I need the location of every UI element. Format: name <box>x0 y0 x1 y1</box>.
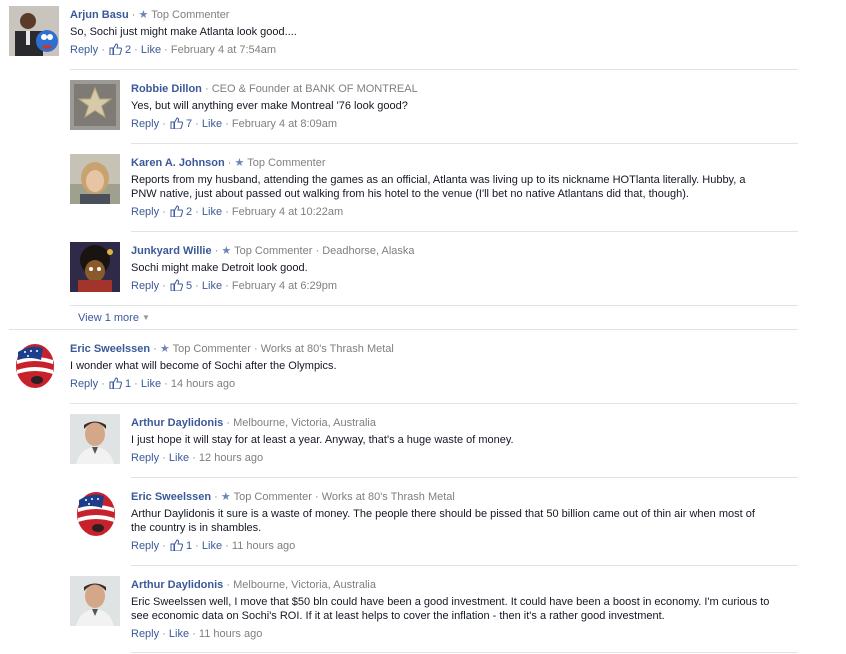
comment-author[interactable]: Robbie Dillon <box>131 83 202 95</box>
comment-text: Yes, but will anything ever make Montrea… <box>131 100 408 112</box>
avatar[interactable] <box>70 80 120 130</box>
author-detail: Deadhorse, Alaska <box>322 245 415 257</box>
comment-author[interactable]: Eric Sweelssen <box>70 343 150 355</box>
separator <box>9 329 798 330</box>
reply-link[interactable]: Reply <box>131 280 159 292</box>
view-more-replies[interactable]: View 1 more ▼ <box>78 312 150 324</box>
like-count[interactable]: 2 <box>125 44 131 56</box>
like-link[interactable]: Like <box>141 44 161 56</box>
top-commenter-badge: Top Commenter <box>151 9 230 21</box>
thumbs-up-icon[interactable] <box>170 279 184 295</box>
star-icon: ★ <box>234 157 245 169</box>
separator <box>131 143 798 144</box>
reply-link[interactable]: Reply <box>131 540 159 552</box>
comment-author[interactable]: Arthur Daylidonis <box>131 417 223 429</box>
thumbs-up-icon[interactable] <box>109 377 123 393</box>
comment-timestamp[interactable]: February 4 at 6:29pm <box>232 280 337 292</box>
star-icon: ★ <box>221 245 232 257</box>
reply-link[interactable]: Reply <box>70 378 98 390</box>
comment-text: Eric Sweelssen well, I move that $50 bln… <box>131 596 770 622</box>
top-commenter-badge: Top Commenter <box>247 157 326 169</box>
separator <box>70 69 798 70</box>
avatar[interactable] <box>70 154 120 204</box>
thumbs-up-icon[interactable] <box>170 539 184 555</box>
comment-text: Arthur Daylidonis it sure is a waste of … <box>131 508 755 534</box>
like-link[interactable]: Like <box>169 628 189 640</box>
comment-author[interactable]: Arthur Daylidonis <box>131 579 223 591</box>
comment-author[interactable]: Karen A. Johnson <box>131 157 225 169</box>
like-count[interactable]: 1 <box>186 540 192 552</box>
like-link[interactable]: Like <box>202 118 222 130</box>
caret-down-icon: ▼ <box>142 313 150 322</box>
thumbs-up-icon[interactable] <box>170 117 184 133</box>
like-link[interactable]: Like <box>202 206 222 218</box>
like-link[interactable]: Like <box>141 378 161 390</box>
comment-text: Reports from my husband, attending the g… <box>131 174 746 200</box>
like-count[interactable]: 5 <box>186 280 192 292</box>
comment-timestamp[interactable]: February 4 at 7:54am <box>171 44 276 56</box>
reply-link[interactable]: Reply <box>131 118 159 130</box>
like-link[interactable]: Like <box>202 280 222 292</box>
author-detail: Works at 80's Thrash Metal <box>321 491 455 503</box>
avatar[interactable] <box>9 340 59 390</box>
top-commenter-badge: Top Commenter <box>234 245 313 257</box>
thumbs-up-icon[interactable] <box>109 43 123 59</box>
comment-timestamp[interactable]: 11 hours ago <box>232 540 295 552</box>
author-detail: CEO & Founder at BANK OF MONTREAL <box>211 83 418 95</box>
avatar[interactable] <box>70 576 120 626</box>
comment-timestamp[interactable]: 12 hours ago <box>199 452 263 464</box>
separator <box>131 477 798 478</box>
comment-author[interactable]: Arjun Basu <box>70 9 129 21</box>
avatar[interactable] <box>70 414 120 464</box>
comment-timestamp[interactable]: February 4 at 8:09am <box>232 118 337 130</box>
top-commenter-badge: Top Commenter <box>233 491 312 503</box>
comment-timestamp[interactable]: 11 hours ago <box>199 628 262 640</box>
comment-text: So, Sochi just might make Atlanta look g… <box>70 26 297 38</box>
comment-timestamp[interactable]: 14 hours ago <box>171 378 235 390</box>
comment-text: Sochi might make Detroit look good. <box>131 262 308 274</box>
comment-text: I just hope it will stay for at least a … <box>131 434 514 446</box>
comment-timestamp[interactable]: February 4 at 10:22am <box>232 206 343 218</box>
like-link[interactable]: Like <box>202 540 222 552</box>
author-detail: Melbourne, Victoria, Australia <box>233 417 376 429</box>
author-detail: Works at 80's Thrash Metal <box>260 343 394 355</box>
like-count[interactable]: 2 <box>186 206 192 218</box>
comment-text: I wonder what will become of Sochi after… <box>70 360 337 372</box>
separator <box>70 403 798 404</box>
avatar[interactable] <box>70 242 120 292</box>
star-icon: ★ <box>220 491 231 503</box>
comment-author[interactable]: Eric Sweelssen <box>131 491 211 503</box>
separator <box>131 652 798 653</box>
like-count[interactable]: 7 <box>186 118 192 130</box>
reply-link[interactable]: Reply <box>131 628 159 640</box>
avatar[interactable] <box>70 488 120 538</box>
like-link[interactable]: Like <box>169 452 189 464</box>
reply-link[interactable]: Reply <box>131 452 159 464</box>
separator <box>70 305 798 306</box>
avatar[interactable] <box>9 6 59 56</box>
thumbs-up-icon[interactable] <box>170 205 184 221</box>
like-count[interactable]: 1 <box>125 378 131 390</box>
star-icon: ★ <box>159 343 170 355</box>
separator <box>131 565 798 566</box>
star-icon: ★ <box>138 9 149 21</box>
author-detail: Melbourne, Victoria, Australia <box>233 579 376 591</box>
reply-link[interactable]: Reply <box>131 206 159 218</box>
top-commenter-badge: Top Commenter <box>172 343 251 355</box>
separator <box>131 231 798 232</box>
comment-author[interactable]: Junkyard Willie <box>131 245 212 257</box>
reply-link[interactable]: Reply <box>70 44 98 56</box>
